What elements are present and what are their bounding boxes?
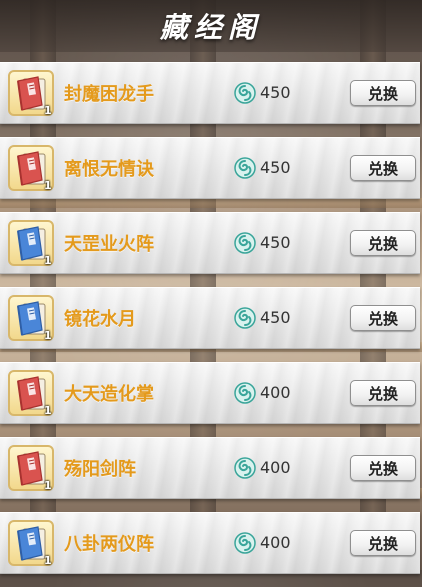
- item-price: 400: [260, 533, 291, 552]
- item-name: 镜花水月: [64, 309, 136, 330]
- item-price: 450: [260, 308, 291, 327]
- item-quantity: 1: [44, 554, 52, 567]
- list-item: 1 天罡业火阵 450 兑换: [0, 212, 420, 274]
- item-price: 400: [260, 383, 291, 402]
- redeem-button[interactable]: 兑换: [350, 155, 416, 181]
- item-price: 450: [260, 158, 291, 177]
- item-list: 1 封魔困龙手 450 兑换 1 离恨无情诀 450 兑换 1 天罡业火阵 45…: [0, 62, 422, 587]
- list-item: 1 镜花水月 450 兑换: [0, 287, 420, 349]
- item-quantity: 1: [44, 254, 52, 267]
- jade-spiral-icon: [234, 82, 256, 104]
- item-name: 八卦两仪阵: [64, 534, 154, 555]
- list-item: 1 封魔困龙手 450 兑换: [0, 62, 420, 124]
- redeem-button[interactable]: 兑换: [350, 530, 416, 556]
- item-name: 天罡业火阵: [64, 234, 154, 255]
- jade-spiral-icon: [234, 157, 256, 179]
- item-name: 大天造化掌: [64, 384, 154, 405]
- jade-spiral-icon: [234, 457, 256, 479]
- title-bar: 藏经阁: [0, 0, 422, 52]
- item-name: 封魔困龙手: [64, 84, 154, 105]
- list-item: 1 殇阳剑阵 400 兑换: [0, 437, 420, 499]
- item-quantity: 1: [44, 404, 52, 417]
- item-price: 450: [260, 83, 291, 102]
- item-name: 离恨无情诀: [64, 159, 154, 180]
- jade-spiral-icon: [234, 382, 256, 404]
- redeem-button[interactable]: 兑换: [350, 380, 416, 406]
- item-price: 400: [260, 458, 291, 477]
- page-title: 藏经阁: [159, 11, 262, 44]
- jade-spiral-icon: [234, 307, 256, 329]
- item-name: 殇阳剑阵: [64, 459, 136, 480]
- item-quantity: 1: [44, 104, 52, 117]
- redeem-button[interactable]: 兑换: [350, 230, 416, 256]
- redeem-button[interactable]: 兑换: [350, 455, 416, 481]
- jade-spiral-icon: [234, 532, 256, 554]
- list-item: 1 八卦两仪阵 400 兑换: [0, 512, 420, 574]
- item-quantity: 1: [44, 479, 52, 492]
- redeem-button[interactable]: 兑换: [350, 80, 416, 106]
- list-item: 1 大天造化掌 400 兑换: [0, 362, 420, 424]
- item-quantity: 1: [44, 179, 52, 192]
- item-price: 450: [260, 233, 291, 252]
- redeem-button[interactable]: 兑换: [350, 305, 416, 331]
- list-item: 1 离恨无情诀 450 兑换: [0, 137, 420, 199]
- item-quantity: 1: [44, 329, 52, 342]
- jade-spiral-icon: [234, 232, 256, 254]
